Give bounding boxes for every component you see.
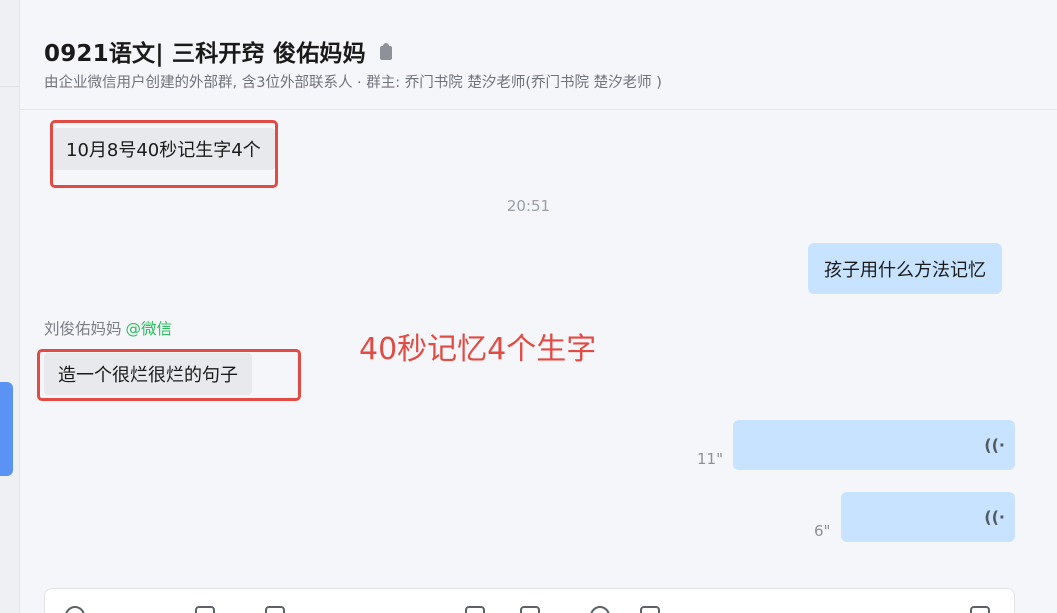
document-icon[interactable] — [520, 606, 540, 613]
title-row: 0921语文| 三科开窍 俊佑妈妈 — [44, 34, 392, 68]
voice-message-bubble[interactable]: ((· — [733, 420, 1015, 470]
voice-wave-icon: ((· — [984, 435, 1005, 455]
emoji-icon[interactable] — [65, 606, 85, 613]
voice-duration: 11" — [697, 450, 723, 468]
image-icon[interactable] — [465, 606, 485, 613]
chat-header: 0921语文| 三科开窍 俊佑妈妈 由企业微信用户创建的外部群, 含3位外部联系… — [20, 0, 1057, 110]
active-conversation-indicator[interactable] — [0, 382, 13, 476]
group-title[interactable]: 0921语文| 三科开窍 俊佑妈妈 — [44, 34, 366, 68]
lock-icon — [379, 42, 392, 60]
screenshot-icon[interactable] — [195, 606, 215, 613]
highlight-box — [50, 120, 278, 188]
group-subtitle: 由企业微信用户创建的外部群, 含3位外部联系人 · 群主: 乔门书院 楚汐老师(… — [44, 75, 662, 91]
voice-wave-icon: ((· — [984, 507, 1005, 527]
voice-message-bubble[interactable]: ((· — [841, 492, 1015, 542]
message-timestamp: 20:51 — [506, 197, 551, 215]
file-icon[interactable] — [265, 606, 285, 613]
highlight-box — [37, 349, 301, 401]
left-panel-divider — [0, 86, 20, 87]
annotation-text: 40秒记忆4个生字 — [359, 332, 597, 367]
message-sender: 刘俊佑妈妈 @微信 — [44, 317, 172, 339]
voice-duration: 6" — [814, 522, 831, 540]
history-icon[interactable] — [590, 606, 610, 613]
sender-name[interactable]: 刘俊佑妈妈 — [44, 320, 122, 338]
message-bubble-outgoing[interactable]: 孩子用什么方法记忆 — [808, 243, 1002, 294]
left-panel-strip — [0, 0, 20, 613]
chat-message-area[interactable]: 10月8号40秒记生字4个 20:51 孩子用什么方法记忆 刘俊佑妈妈 @微信 4… — [20, 110, 1057, 613]
more-icon[interactable] — [970, 606, 990, 613]
message-input-toolbar[interactable] — [44, 588, 1015, 613]
calendar-icon[interactable] — [640, 606, 660, 613]
message-text: 孩子用什么方法记忆 — [824, 259, 986, 281]
sender-wechat-tag: @微信 — [125, 320, 173, 338]
